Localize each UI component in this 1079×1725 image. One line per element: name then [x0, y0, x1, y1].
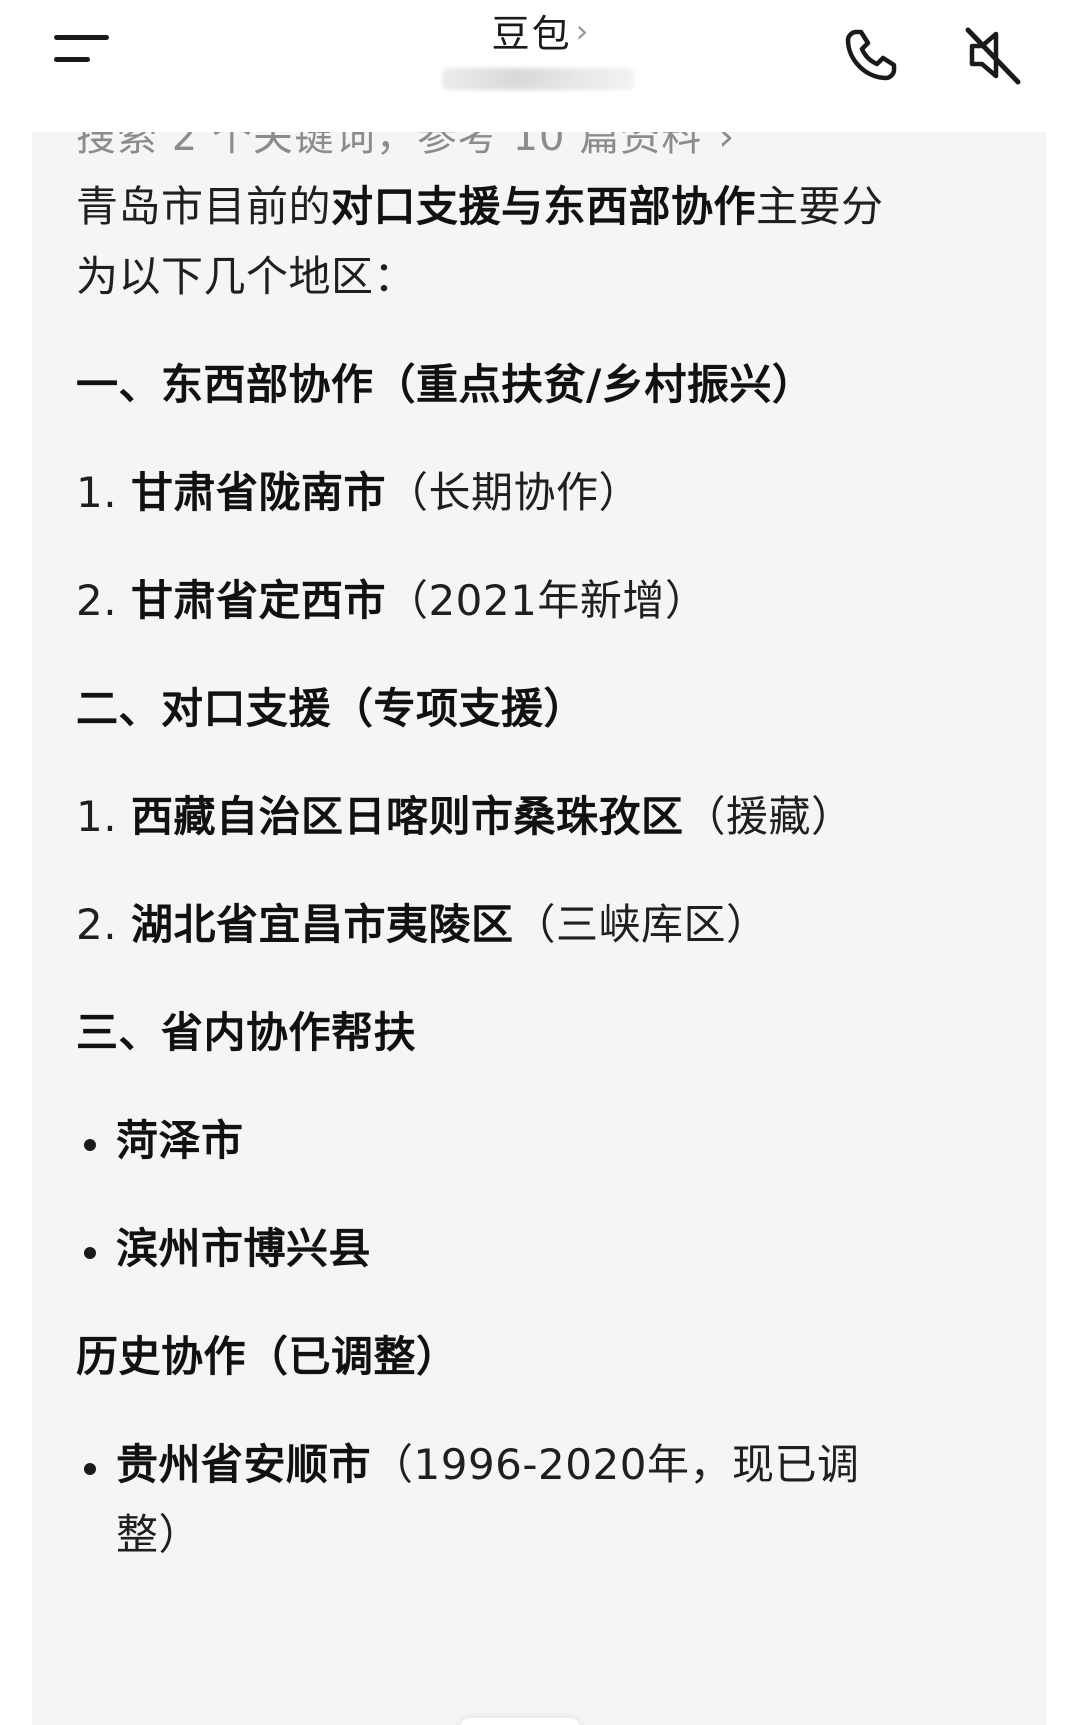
bullet-icon — [84, 1247, 96, 1259]
list-item: 2. 甘肃省定西市（2021年新增） — [76, 564, 707, 638]
chat-screen: 豆包 › 搜索 2 个关键词，参考 10 篇资料 › 青岛市目前的对口支援与东西部协… — [0, 0, 1079, 1725]
hamburger-menu-icon — [54, 35, 109, 40]
list-item: 滨州市博兴县 — [116, 1224, 372, 1273]
intro-line-2: 为以下几个地区： — [76, 252, 417, 301]
list-index: 1. — [76, 468, 118, 517]
menu-button[interactable] — [44, 22, 120, 82]
list-index: 2. — [76, 900, 118, 949]
intro-line-1: 青岛市目前的对口支援与东西部协作主要分 — [76, 170, 884, 244]
region-note: （援藏） — [683, 792, 854, 841]
bottom-handle — [460, 1718, 580, 1725]
region-name: 贵州省安顺市 — [116, 1440, 372, 1489]
region-note: （1996-2020年，现已调 — [371, 1440, 860, 1489]
top-bar: 豆包 › — [0, 0, 1079, 132]
list-item: 菏泽市 — [116, 1116, 244, 1165]
list-index: 2. — [76, 576, 118, 625]
region-note: （长期协作） — [385, 468, 641, 517]
list-item: 1. 甘肃省陇南市（长期协作） — [76, 456, 641, 530]
chevron-right-icon: › — [718, 132, 736, 160]
intro-suffix: 主要分 — [756, 182, 884, 231]
bullet-icon — [84, 1139, 96, 1151]
phone-icon — [845, 29, 897, 81]
list-item: 贵州省安顺市（1996-2020年，现已调 — [116, 1428, 859, 1502]
search-references-link[interactable]: 搜索 2 个关键词，参考 10 篇资料 › — [76, 132, 735, 162]
region-name: 湖北省宜昌市夷陵区 — [130, 900, 514, 949]
list-index: 1. — [76, 792, 118, 841]
search-summary-text: 搜索 2 个关键词，参考 10 篇资料 — [76, 132, 703, 160]
assistant-title[interactable]: 豆包 › — [420, 6, 660, 96]
intro-prefix: 青岛市目前的 — [76, 182, 332, 231]
list-item: 1. 西藏自治区日喀则市桑珠孜区（援藏） — [76, 780, 853, 854]
region-note: （2021年新增） — [385, 576, 708, 625]
bullet-icon — [84, 1463, 96, 1475]
section-heading-east-west: 一、东西部协作（重点扶贫/乡村振兴） — [76, 360, 815, 409]
hamburger-menu-icon-bar — [54, 57, 90, 62]
list-item-continuation: 整） — [116, 1510, 202, 1559]
assistant-message-card: 搜索 2 个关键词，参考 10 篇资料 › 青岛市目前的对口支援与东西部协作主要分… — [32, 132, 1046, 1725]
region-note: （三峡库区） — [513, 900, 769, 949]
region-name: 西藏自治区日喀则市桑珠孜区 — [130, 792, 684, 841]
section-heading-in-province: 三、省内协作帮扶 — [76, 1008, 417, 1057]
call-button[interactable] — [836, 20, 906, 90]
section-heading-history: 历史协作（已调整） — [76, 1332, 459, 1381]
chevron-right-icon: › — [575, 12, 589, 50]
region-name: 甘肃省陇南市 — [130, 468, 386, 517]
assistant-name: 豆包 — [491, 12, 572, 56]
region-name: 甘肃省定西市 — [130, 576, 386, 625]
list-item: 2. 湖北省宜昌市夷陵区（三峡库区） — [76, 888, 768, 962]
speaker-muted-icon — [965, 27, 1021, 85]
intro-bold: 对口支援与东西部协作 — [331, 182, 757, 231]
mute-button[interactable] — [958, 20, 1028, 90]
section-heading-paired-assistance: 二、对口支援（专项支援） — [76, 684, 587, 733]
blurred-subtitle — [442, 68, 634, 90]
